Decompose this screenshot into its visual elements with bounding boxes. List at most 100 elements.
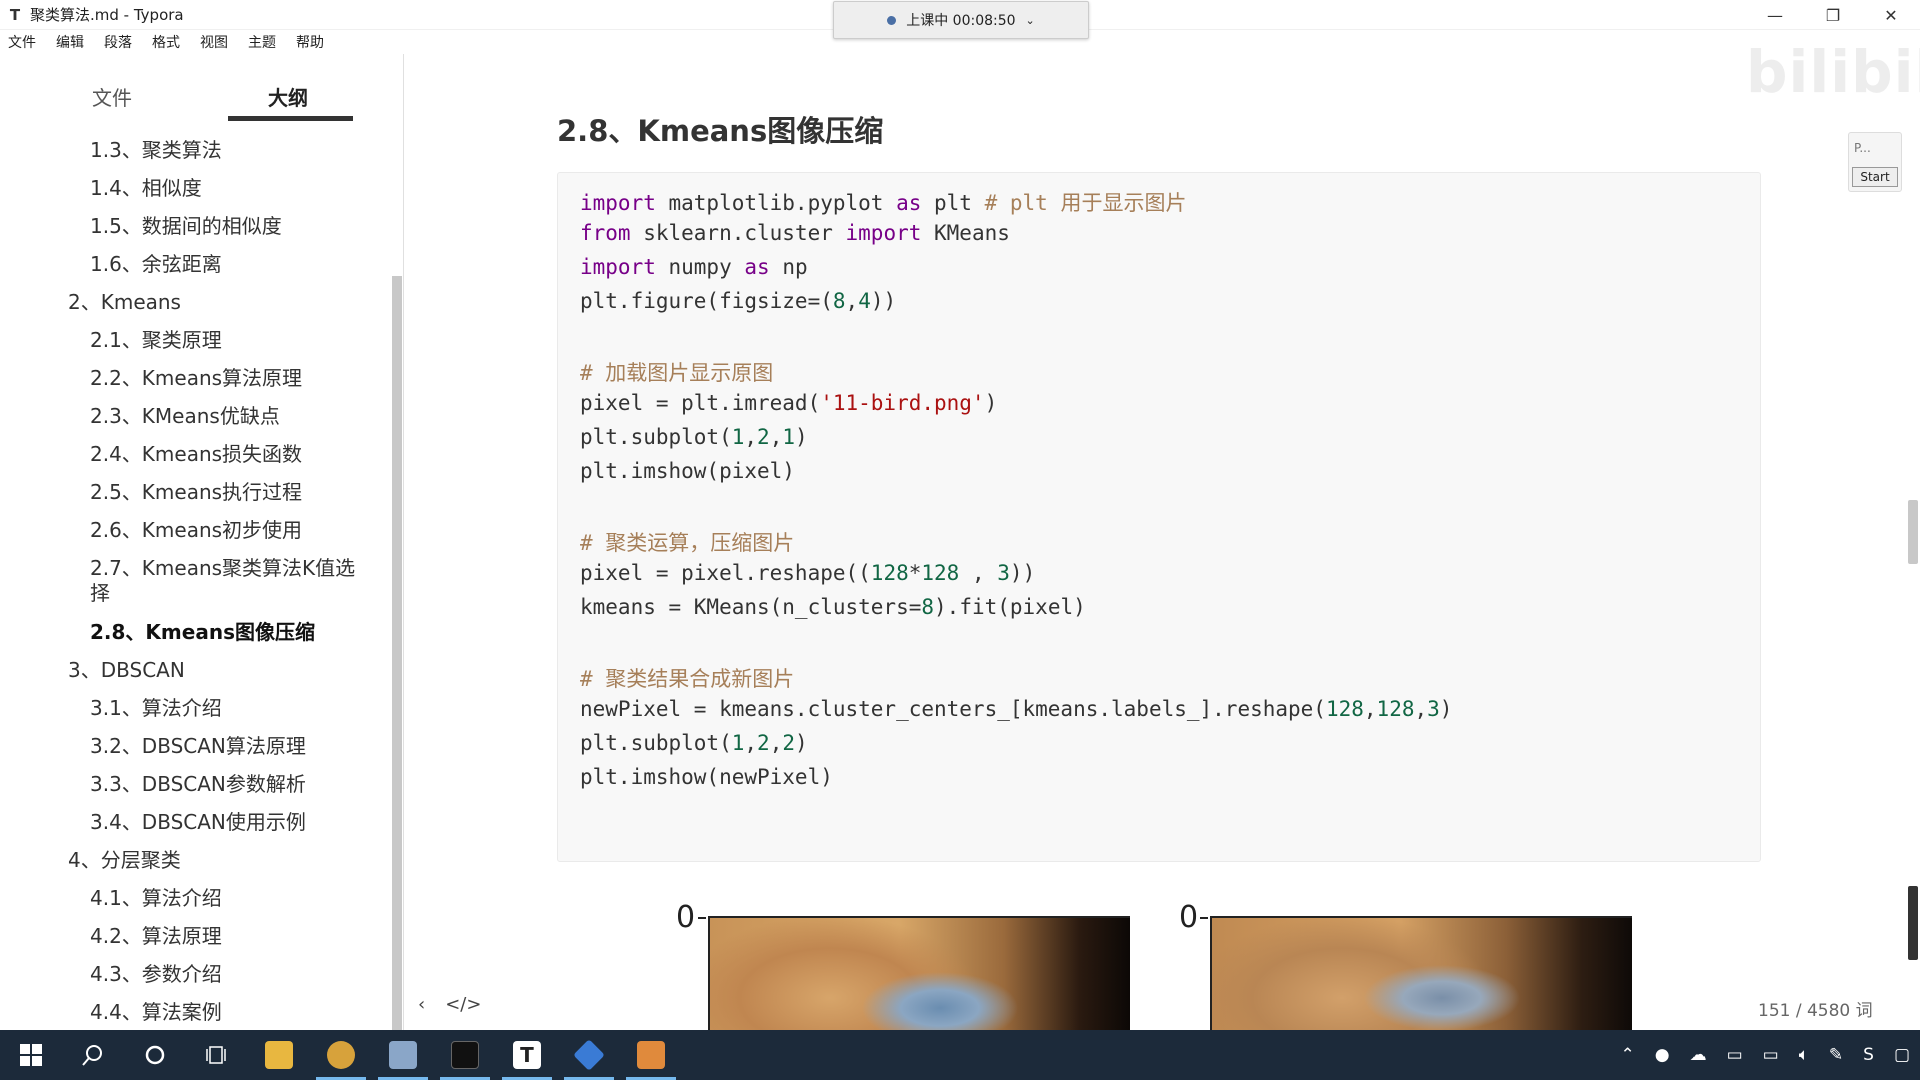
outline-item[interactable]: 4.4、算法案例 bbox=[90, 999, 222, 1025]
floating-widget: P... Start bbox=[1848, 132, 1902, 192]
active-tab-indicator bbox=[228, 116, 353, 121]
editor-footer: ‹ </> bbox=[418, 994, 481, 1015]
outline-item[interactable]: 2.5、Kmeans执行过程 bbox=[90, 479, 302, 505]
start-button[interactable]: Start bbox=[1852, 167, 1898, 187]
notification-icon[interactable]: ▢ bbox=[1894, 1045, 1910, 1065]
tab-files[interactable]: 文件 bbox=[92, 82, 132, 111]
file-explorer-icon[interactable] bbox=[248, 1030, 310, 1080]
code-line: kmeans = KMeans(n_clusters=8).fit(pixel) bbox=[580, 595, 1086, 619]
code-line: newPixel = kmeans.cluster_centers_[kmean… bbox=[580, 697, 1453, 721]
recording-label: 上课中 00:08:50 bbox=[906, 13, 1016, 29]
cortana-icon[interactable] bbox=[124, 1030, 186, 1080]
outline-item[interactable]: 择 bbox=[90, 580, 110, 606]
task-view-icon[interactable] bbox=[186, 1030, 248, 1080]
code-line: pixel = plt.imread('11-bird.png') bbox=[580, 391, 998, 415]
recording-status-badge[interactable]: 上课中 00:08:50 ⌄ bbox=[833, 1, 1089, 39]
outline-item[interactable]: 3.4、DBSCAN使用示例 bbox=[90, 809, 306, 835]
code-line: plt.subplot(1,2,2) bbox=[580, 731, 808, 755]
sidebar: 文件 大纲 1.3、聚类算法 1.4、相似度 1.5、数据间的相似度 1.6、余… bbox=[0, 54, 404, 1030]
tray-network-icon[interactable]: ▭ bbox=[1727, 1045, 1743, 1065]
outline-item[interactable]: 2.1、聚类原理 bbox=[90, 327, 222, 353]
tray-app-icon[interactable]: ● bbox=[1655, 1045, 1670, 1065]
code-line: pixel = pixel.reshape((128*128 , 3)) bbox=[580, 561, 1036, 585]
original-image-plot bbox=[708, 916, 1130, 1036]
sidebar-tabs: 文件 大纲 bbox=[0, 54, 403, 124]
menu-format[interactable]: 格式 bbox=[152, 32, 180, 52]
section-heading: 2.8、Kmeans图像压缩 bbox=[557, 114, 884, 148]
menu-theme[interactable]: 主题 bbox=[248, 32, 276, 52]
sogou-icon[interactable]: S bbox=[1863, 1045, 1874, 1065]
code-line: # 聚类结果合成新图片 bbox=[580, 667, 795, 691]
menu-help[interactable]: 帮助 bbox=[296, 32, 324, 52]
outline-item[interactable]: 4.2、算法原理 bbox=[90, 923, 222, 949]
code-line: # 加载图片显示原图 bbox=[580, 361, 774, 385]
chrome-icon[interactable] bbox=[310, 1030, 372, 1080]
close-button[interactable]: ✕ bbox=[1862, 0, 1920, 30]
outline-item-active[interactable]: 2.8、Kmeans图像压缩 bbox=[90, 619, 315, 645]
code-line: plt.subplot(1,2,1) bbox=[580, 425, 808, 449]
menu-paragraph[interactable]: 段落 bbox=[104, 32, 132, 52]
vscode-icon[interactable] bbox=[558, 1030, 620, 1080]
widget-label: P... bbox=[1854, 141, 1871, 155]
typora-app-icon: T bbox=[9, 5, 21, 24]
plot-y-tick bbox=[1200, 917, 1208, 919]
code-line: # 聚类运算，压缩图片 bbox=[580, 531, 795, 555]
sidebar-scrollbar[interactable] bbox=[392, 276, 402, 1030]
outline-item[interactable]: 1.5、数据间的相似度 bbox=[90, 213, 282, 239]
taskbar: T ⌃ ● ☁ ▭ ▭ 🔈︎ ✎ S ▢ bbox=[0, 1030, 1920, 1080]
menu-edit[interactable]: 编辑 bbox=[56, 32, 84, 52]
outline-item[interactable]: 3、DBSCAN bbox=[68, 657, 185, 683]
outline-item[interactable]: 2.3、KMeans优缺点 bbox=[90, 403, 280, 429]
outline-item[interactable]: 2.7、Kmeans聚类算法K值选 bbox=[90, 555, 355, 581]
outline-item[interactable]: 1.6、余弦距离 bbox=[90, 251, 222, 277]
outline-item[interactable]: 3.1、算法介绍 bbox=[90, 695, 222, 721]
pen-icon[interactable]: ✎ bbox=[1829, 1045, 1843, 1065]
code-line: plt.figure(figsize=(8,4)) bbox=[580, 289, 897, 313]
source-code-mode-button[interactable]: </> bbox=[445, 994, 481, 1015]
code-block[interactable]: import matplotlib.pyplot as plt # plt 用于… bbox=[557, 172, 1761, 862]
display-icon[interactable]: ▭ bbox=[1763, 1045, 1779, 1065]
editor-scrollbar[interactable] bbox=[1908, 500, 1918, 564]
outline-item[interactable]: 1.4、相似度 bbox=[90, 175, 202, 201]
tab-outline[interactable]: 大纲 bbox=[268, 82, 308, 111]
outline-item[interactable]: 1.3、聚类算法 bbox=[90, 137, 222, 163]
outline-item[interactable]: 3.3、DBSCAN参数解析 bbox=[90, 771, 306, 797]
windows-start-icon[interactable] bbox=[0, 1030, 62, 1080]
outline-item[interactable]: 2.2、Kmeans算法原理 bbox=[90, 365, 302, 391]
outline-item[interactable]: 4.3、参数介绍 bbox=[90, 961, 222, 987]
outline-item[interactable]: 4.1、算法介绍 bbox=[90, 885, 222, 911]
typora-icon[interactable]: T bbox=[496, 1030, 558, 1080]
outline-item[interactable]: 2.4、Kmeans损失函数 bbox=[90, 441, 302, 467]
window-title: 聚类算法.md - Typora bbox=[30, 6, 184, 24]
volume-icon[interactable]: 🔈︎ bbox=[1799, 1045, 1809, 1065]
plot-y-tick-label: 0 bbox=[1179, 900, 1199, 935]
other-app-icon[interactable] bbox=[620, 1030, 682, 1080]
plot-y-tick bbox=[698, 917, 706, 919]
bilibili-watermark: bilibili bbox=[1746, 38, 1920, 106]
code-line: plt.imshow(newPixel) bbox=[580, 765, 833, 789]
window-controls: — ❐ ✕ bbox=[1746, 0, 1920, 30]
outline-item[interactable]: 2.6、Kmeans初步使用 bbox=[90, 517, 302, 543]
menu-view[interactable]: 视图 bbox=[200, 32, 228, 52]
system-tray: ⌃ ● ☁ ▭ ▭ 🔈︎ ✎ S ▢ bbox=[1610, 1030, 1920, 1080]
plot-y-tick-label: 0 bbox=[676, 900, 696, 935]
search-icon[interactable] bbox=[62, 1030, 124, 1080]
recording-dot-icon bbox=[887, 15, 897, 25]
tray-expand-icon[interactable]: ⌃ bbox=[1620, 1045, 1634, 1065]
outline-item[interactable]: 4、分层聚类 bbox=[68, 847, 181, 873]
back-button[interactable]: ‹ bbox=[418, 994, 425, 1015]
editor-scrollbar-thumb[interactable] bbox=[1908, 886, 1918, 960]
terminal-icon[interactable] bbox=[434, 1030, 496, 1080]
menu-file[interactable]: 文件 bbox=[8, 32, 36, 52]
minimize-button[interactable]: — bbox=[1746, 0, 1804, 30]
outline-item[interactable]: 3.2、DBSCAN算法原理 bbox=[90, 733, 306, 759]
maximize-button[interactable]: ❐ bbox=[1804, 0, 1862, 30]
paint-icon[interactable] bbox=[372, 1030, 434, 1080]
editor-area[interactable]: 2.8、Kmeans图像压缩 import matplotlib.pyplot … bbox=[404, 54, 1920, 1036]
code-line: import matplotlib.pyplot as plt # plt 用于… bbox=[580, 191, 1187, 215]
code-line: import numpy as np bbox=[580, 255, 808, 279]
outline-item[interactable]: 2、Kmeans bbox=[68, 289, 181, 315]
code-line: plt.imshow(pixel) bbox=[580, 459, 795, 483]
onedrive-icon[interactable]: ☁ bbox=[1690, 1045, 1707, 1065]
word-count[interactable]: 151 / 4580 词 bbox=[1758, 996, 1873, 1021]
